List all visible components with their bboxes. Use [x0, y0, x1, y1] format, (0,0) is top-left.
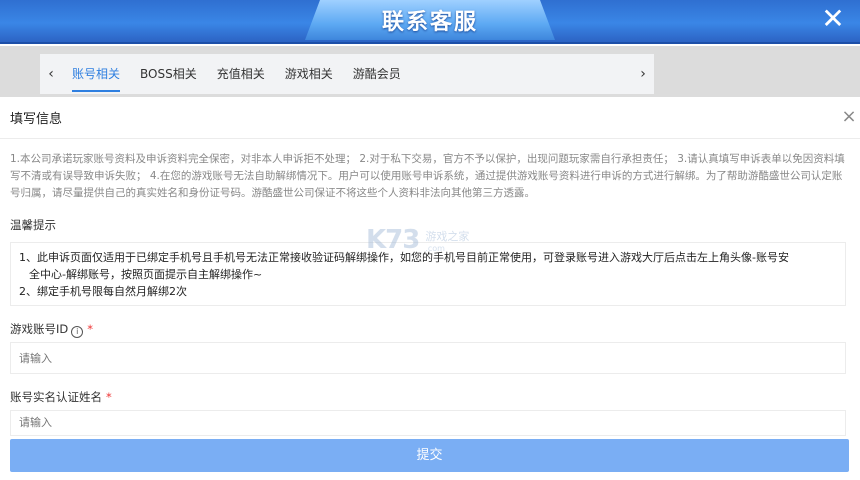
notice-text: 1.本公司承诺玩家账号资料及申诉资料完全保密，对非本人申诉拒不处理； 2.对于私… — [10, 153, 845, 199]
tip-line: 全中心-解绑账号，按照页面提示自主解绑操作~ — [29, 268, 263, 281]
tab-list: 账号相关 BOSS相关 充值相关 游戏相关 游酷会员 — [62, 61, 632, 92]
submit-button[interactable]: 提交 — [10, 439, 849, 472]
tab-game[interactable]: 游戏相关 — [275, 61, 343, 87]
close-icon[interactable]: ✕ — [818, 4, 848, 34]
info-modal: 填写信息 × 1.本公司承诺玩家账号资料及申诉资料完全保密，对非本人申诉拒不处理… — [0, 97, 860, 480]
tips-label: 温馨提示 — [10, 218, 56, 232]
modal-title: 填写信息 — [10, 112, 63, 127]
chevron-right-icon[interactable]: › — [632, 66, 654, 82]
chevron-left-icon[interactable]: ‹ — [40, 66, 62, 82]
real-name-label: 账号实名认证姓名 * — [10, 389, 112, 405]
real-name-label-text: 账号实名认证姓名 — [10, 390, 102, 404]
tip-line: 1、此申诉页面仅适用于已绑定手机号且手机号无法正常接收验证码解绑操作，如您的手机… — [19, 251, 789, 264]
tab-member[interactable]: 游酷会员 — [343, 61, 411, 87]
account-id-input[interactable] — [10, 342, 846, 374]
tab-boss[interactable]: BOSS相关 — [130, 61, 207, 87]
required-mark: * — [87, 322, 93, 336]
page-title: 联系客服 — [381, 10, 478, 35]
tab-recharge[interactable]: 充值相关 — [207, 61, 275, 87]
modal-header: 填写信息 × — [0, 97, 860, 139]
tips-box: 1、此申诉页面仅适用于已绑定手机号且手机号无法正常接收验证码解绑操作，如您的手机… — [10, 242, 846, 306]
info-icon[interactable]: i — [71, 326, 84, 338]
tab-bar: ‹ 账号相关 BOSS相关 充值相关 游戏相关 游酷会员 › — [40, 54, 654, 94]
account-id-label-text: 游戏账号ID — [10, 322, 69, 336]
tip-line: 2、绑定手机号限每自然月解绑2次 — [19, 285, 187, 298]
account-id-label: 游戏账号ID i * — [10, 321, 93, 338]
required-mark: * — [106, 390, 112, 404]
real-name-input[interactable] — [10, 410, 846, 436]
modal-close-icon[interactable]: × — [838, 106, 860, 128]
tab-account[interactable]: 账号相关 — [62, 61, 130, 92]
header-banner: 联系客服 ✕ — [0, 0, 860, 44]
